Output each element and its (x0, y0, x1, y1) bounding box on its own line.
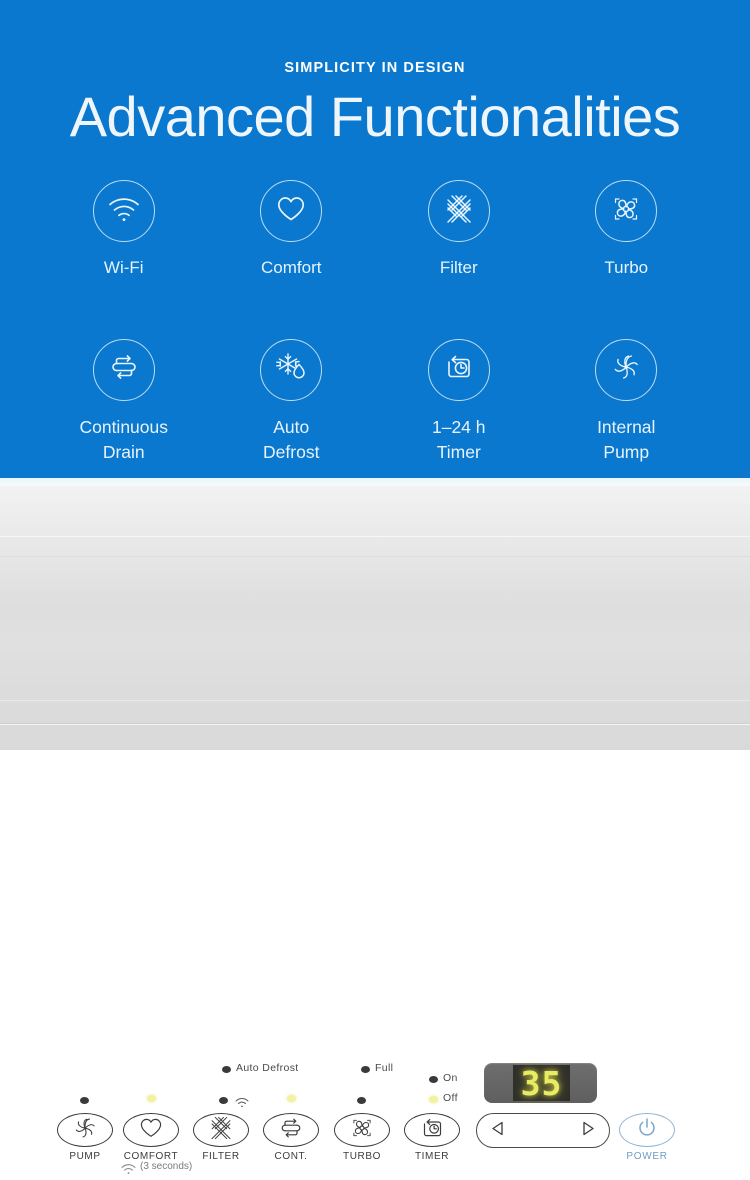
pump-impeller-icon (610, 351, 642, 388)
comfort-button[interactable] (123, 1113, 179, 1147)
button-led-pump (80, 1097, 89, 1104)
feature-auto-defrost: Auto Defrost (208, 338, 376, 466)
button-led-comfort (147, 1095, 156, 1102)
wifi-icon (107, 195, 141, 228)
button-led-turbo (357, 1097, 366, 1104)
feature-timer: 1–24 h Timer (375, 338, 543, 466)
timer-button-label: TIMER (414, 1151, 450, 1162)
feature-label: 1–24 h Timer (431, 416, 486, 463)
increase-arrow-icon[interactable] (582, 1121, 595, 1141)
led-display-screen: 35 (513, 1063, 570, 1103)
wifi-hint-label: (3 seconds) (140, 1161, 193, 1172)
continuous-drain-button[interactable] (263, 1113, 319, 1147)
turbo-button[interactable] (334, 1113, 390, 1147)
feature-row-2: Continuous Drain Auto Defrost 1–24 h Tim… (40, 338, 711, 466)
hero-eyebrow: SIMPLICITY IN DESIGN (284, 60, 466, 76)
status-label-full: Full (375, 1062, 394, 1074)
machine-top-edge (0, 478, 750, 486)
feature-wifi: Wi-Fi (40, 180, 208, 281)
continuous-drain-icon (109, 352, 139, 387)
heart-icon (138, 1117, 164, 1144)
power-button-label: POWER (626, 1151, 668, 1162)
feature-internal-pump: Internal Pump (543, 338, 711, 466)
power-icon (635, 1116, 659, 1145)
snowflake-droplet-icon (275, 351, 307, 388)
fan-turbo-icon (610, 193, 642, 230)
feature-continuous-drain: Continuous Drain (40, 338, 208, 466)
feature-label: Internal Pump (597, 416, 656, 463)
button-led-filter (219, 1097, 228, 1104)
page-title: Advanced Functionalities (69, 85, 681, 148)
status-label-auto-defrost: Auto Defrost (236, 1062, 299, 1074)
timer-button[interactable] (404, 1113, 460, 1147)
status-led-auto-defrost (222, 1066, 231, 1073)
heart-icon (276, 195, 306, 228)
led-display-value: 35 (520, 1063, 563, 1103)
filter-mesh-icon (443, 193, 475, 230)
feature-label: Wi-Fi (103, 258, 144, 277)
wifi-icon (121, 1162, 136, 1180)
feature-icon-circle (260, 180, 323, 242)
feature-label: Continuous Drain (79, 416, 169, 463)
status-led-on (429, 1076, 438, 1083)
power-button[interactable] (619, 1113, 675, 1147)
feature-label: Filter (439, 258, 478, 277)
timer-clock-icon (420, 1116, 445, 1145)
filter-mesh-icon (208, 1115, 234, 1146)
feature-icon-circle (595, 338, 658, 401)
feature-icon-circle (92, 338, 155, 401)
status-label-off: Off (443, 1092, 458, 1104)
feature-label: Turbo (604, 258, 649, 277)
hero-section: SIMPLICITY IN DESIGN Advanced Functional… (0, 0, 750, 478)
feature-icon-circle (92, 180, 155, 242)
feature-filter: Filter (375, 180, 543, 281)
feature-icon-circle (427, 180, 490, 242)
status-label-on: On (443, 1072, 458, 1084)
continuous-drain-icon (278, 1116, 304, 1145)
timer-clock-icon (444, 352, 474, 387)
value-rocker[interactable] (476, 1113, 610, 1148)
fan-turbo-icon (349, 1115, 375, 1146)
feature-icon-circle (260, 338, 323, 401)
status-led-off (429, 1096, 438, 1103)
feature-icon-circle (427, 338, 490, 401)
product-feature-page: SIMPLICITY IN DESIGN Advanced Functional… (0, 0, 750, 1174)
feature-label: Comfort (261, 258, 322, 277)
feature-turbo: Turbo (543, 180, 711, 281)
button-led-cont (287, 1095, 296, 1102)
led-display: 35 (484, 1063, 597, 1103)
feature-icon-circle (595, 180, 658, 242)
feature-label: Auto Defrost (263, 416, 320, 463)
wifi-icon (235, 1095, 249, 1113)
pump-button[interactable] (57, 1113, 113, 1147)
pump-impeller-icon (72, 1115, 98, 1146)
feature-comfort: Comfort (208, 180, 376, 281)
control-panel: Auto Defrost Full On Off 35 PUMP COMFORT… (0, 486, 750, 1174)
feature-row-1: Wi-Fi Comfort Filter Turbo (40, 180, 710, 281)
status-led-full (361, 1066, 370, 1073)
decrease-arrow-icon[interactable] (491, 1121, 504, 1141)
feature-grid: Wi-Fi Comfort Filter Turbo Continuous Dr… (40, 180, 710, 465)
filter-button[interactable] (193, 1113, 249, 1147)
